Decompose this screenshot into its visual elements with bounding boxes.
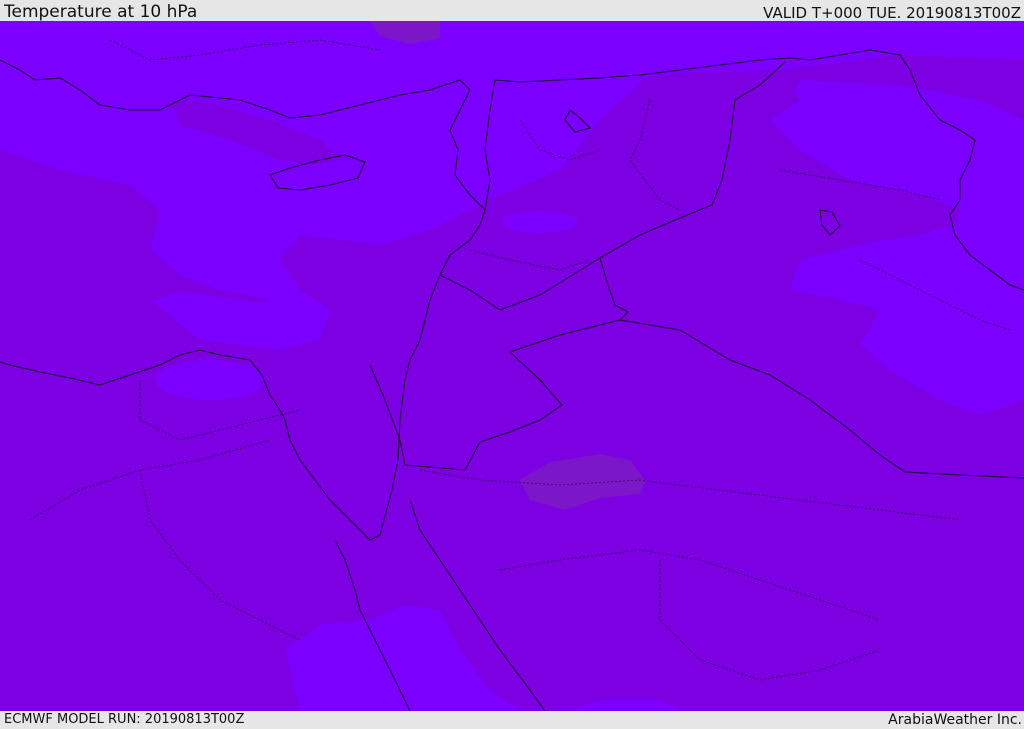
map-canvas[interactable] bbox=[0, 21, 1024, 711]
field-band-light-patch-egypt bbox=[155, 360, 265, 400]
footer-bar: ECMWF MODEL RUN: 20190813T00Z ArabiaWeat… bbox=[0, 711, 1024, 729]
valid-time: VALID T+000 TUE. 20190813T00Z bbox=[763, 4, 1021, 22]
header-bar: Temperature at 10 hPa VALID T+000 TUE. 2… bbox=[0, 0, 1024, 21]
map-viewer: Temperature at 10 hPa VALID T+000 TUE. 2… bbox=[0, 0, 1024, 729]
field-band-light-patch-syria bbox=[502, 211, 578, 233]
credit-text: ArabiaWeather Inc. bbox=[888, 712, 1022, 728]
model-run: ECMWF MODEL RUN: 20190813T00Z bbox=[4, 712, 245, 727]
map-title: Temperature at 10 hPa bbox=[4, 2, 198, 22]
